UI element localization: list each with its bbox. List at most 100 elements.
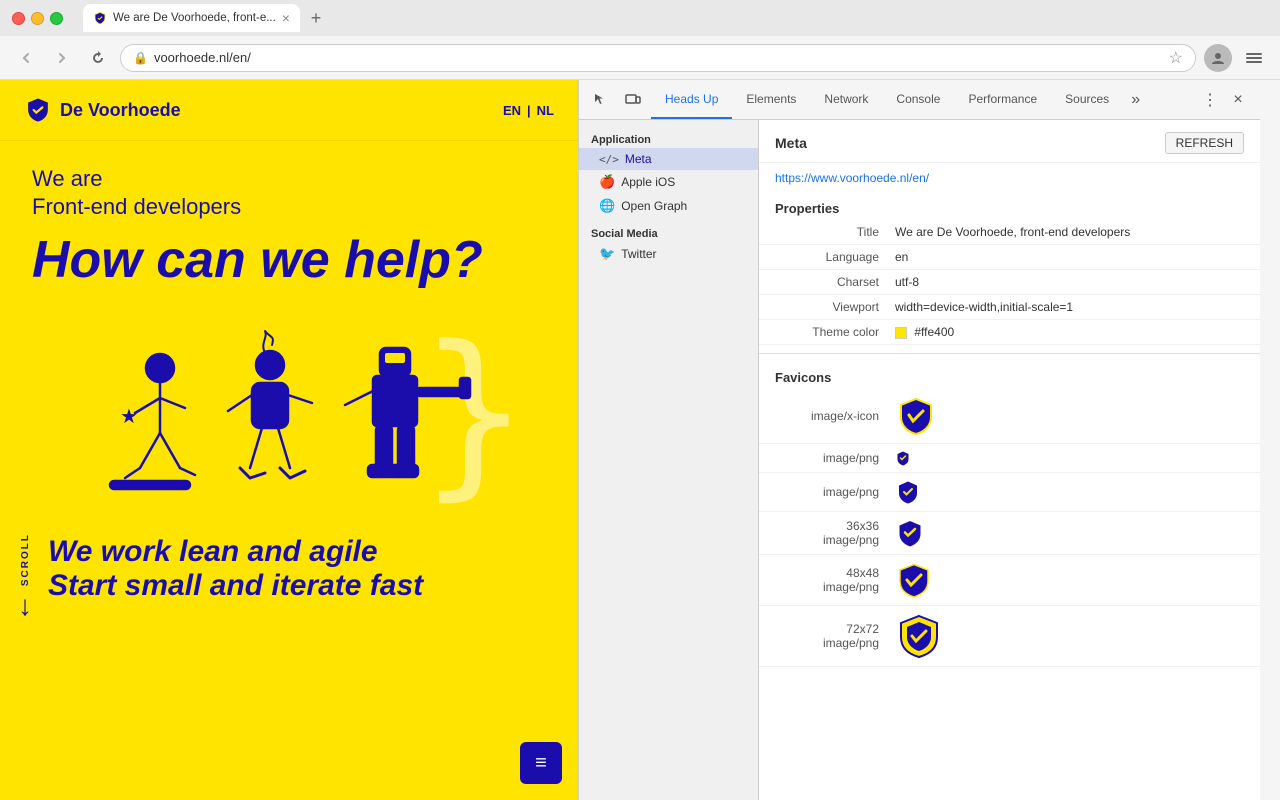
- properties-header: Properties: [759, 193, 1260, 220]
- tab-elements[interactable]: Elements: [732, 80, 810, 119]
- bookmark-icon[interactable]: ☆: [1169, 48, 1183, 68]
- tab-sources-label: Sources: [1065, 92, 1109, 106]
- tab-performance[interactable]: Performance: [954, 80, 1051, 119]
- favicon-72-image: [895, 612, 943, 660]
- favicon-png-sm-image: [895, 450, 911, 466]
- menu-fab-icon: ≡: [535, 752, 547, 775]
- tab-network-label: Network: [824, 92, 868, 106]
- reload-button[interactable]: [84, 44, 112, 72]
- sidebar-item-apple-ios[interactable]: 🍎 Apple iOS: [579, 170, 758, 194]
- meta-section-header: Meta REFRESH: [759, 120, 1260, 163]
- tab-network[interactable]: Network: [810, 80, 882, 119]
- favicon-xicon-image: [895, 395, 937, 437]
- meta-url-link[interactable]: https://www.voorhoede.nl/en/: [759, 163, 1260, 193]
- tab-sources[interactable]: Sources: [1051, 80, 1123, 119]
- favicon-label-48: 48x48 image/png: [775, 566, 895, 594]
- devtools-responsive-button[interactable]: [619, 86, 647, 114]
- we-are-text: We are: [32, 165, 546, 194]
- tab-close-icon[interactable]: ×: [282, 10, 290, 26]
- sidebar-item-twitter[interactable]: 🐦 Twitter: [579, 242, 758, 266]
- tab-console[interactable]: Console: [882, 80, 954, 119]
- favicon-label-72: 72x72 image/png: [775, 622, 895, 650]
- address-bar[interactable]: 🔒 voorhoede.nl/en/ ☆: [120, 44, 1196, 72]
- hero-illustration: } ★: [0, 313, 578, 523]
- prop-key-viewport: Viewport: [775, 300, 895, 314]
- language-switcher[interactable]: EN | NL: [503, 103, 554, 118]
- meta-icon: </>: [599, 153, 619, 166]
- bottom-section: SCROLL ↓ We work lean and agile Start sm…: [0, 523, 578, 663]
- site-body: We are Front-end developers How can we h…: [0, 141, 578, 313]
- active-tab[interactable]: We are De Voorhoede, front-e... ×: [83, 4, 300, 32]
- sidebar-item-apple-label: Apple iOS: [621, 175, 675, 189]
- section-divider: [759, 353, 1260, 354]
- iterate-text: Start small and iterate fast: [48, 569, 546, 603]
- maximize-button[interactable]: [50, 12, 63, 25]
- traffic-lights: [12, 12, 63, 25]
- theme-color-swatch: [895, 327, 907, 339]
- property-row-title: Title We are De Voorhoede, front-end dev…: [759, 220, 1260, 245]
- close-button[interactable]: [12, 12, 25, 25]
- favicon-row-72: 72x72 image/png: [759, 606, 1260, 667]
- forward-icon: [54, 50, 70, 66]
- theme-color-value: #ffe400: [914, 325, 954, 339]
- devtools-sidebar: Application </> Meta 🍎 Apple iOS 🌐 Open …: [579, 120, 759, 800]
- minimize-button[interactable]: [31, 12, 44, 25]
- nav-bar: 🔒 voorhoede.nl/en/ ☆: [0, 36, 1280, 80]
- back-button[interactable]: [12, 44, 40, 72]
- bottom-taglines: We work lean and agile Start small and i…: [0, 523, 546, 603]
- tab-headsup-label: Heads Up: [665, 92, 718, 106]
- prop-value-language: en: [895, 250, 1244, 264]
- tab-title: We are De Voorhoede, front-e...: [113, 12, 276, 24]
- site-logo: De Voorhoede: [24, 96, 181, 124]
- lang-nl[interactable]: NL: [537, 103, 554, 118]
- property-row-viewport: Viewport width=device-width,initial-scal…: [759, 295, 1260, 320]
- devtools-inspect-button[interactable]: [587, 86, 615, 114]
- prop-key-charset: Charset: [775, 275, 895, 289]
- sidebar-item-opengraph[interactable]: 🌐 Open Graph: [579, 194, 758, 218]
- menu-fab-button[interactable]: ≡: [520, 742, 562, 784]
- property-row-language: Language en: [759, 245, 1260, 270]
- prop-key-theme-color: Theme color: [775, 325, 895, 339]
- application-section-label: Application: [579, 128, 758, 148]
- favicon-label-png-sm: image/png: [775, 451, 895, 465]
- responsive-icon: [625, 92, 641, 108]
- refresh-button[interactable]: REFRESH: [1165, 132, 1244, 154]
- svg-text:★: ★: [120, 406, 138, 428]
- opengraph-icon: 🌐: [599, 198, 615, 214]
- tab-performance-label: Performance: [968, 92, 1037, 106]
- chrome-menu-button[interactable]: [1240, 44, 1268, 72]
- lang-en[interactable]: EN: [503, 103, 521, 118]
- reload-icon: [90, 50, 106, 66]
- prop-value-charset: utf-8: [895, 275, 1244, 289]
- new-tab-button[interactable]: +: [302, 4, 330, 32]
- devtools-close-button[interactable]: ×: [1224, 86, 1252, 114]
- profile-button[interactable]: [1204, 44, 1232, 72]
- devtools-main-panel: Meta REFRESH https://www.voorhoede.nl/en…: [759, 120, 1260, 800]
- sidebar-item-opengraph-label: Open Graph: [621, 199, 687, 213]
- tab-favicon-icon: [93, 11, 107, 25]
- meta-title: Meta: [775, 135, 807, 151]
- site-logo-text: De Voorhoede: [60, 100, 181, 121]
- favicon-row-png-sm: image/png: [759, 444, 1260, 473]
- lean-text: We work lean and agile: [48, 535, 546, 569]
- favicon-row-36: 36x36 image/png: [759, 512, 1260, 555]
- devtools-settings-button[interactable]: ⋮: [1196, 86, 1224, 114]
- forward-button[interactable]: [48, 44, 76, 72]
- browser-frame: We are De Voorhoede, front-e... × + 🔒 vo…: [0, 0, 1280, 800]
- tab-headsup[interactable]: Heads Up: [651, 80, 732, 119]
- tab-console-label: Console: [896, 92, 940, 106]
- site-header: De Voorhoede EN | NL: [0, 80, 578, 141]
- favicon-36-image: [895, 518, 925, 548]
- devtools-tabs-more[interactable]: »: [1123, 80, 1148, 119]
- twitter-icon: 🐦: [599, 246, 615, 262]
- devtools-right-buttons: ⋮ ×: [1196, 86, 1252, 114]
- lock-icon: 🔒: [133, 51, 148, 65]
- sidebar-item-meta[interactable]: </> Meta: [579, 148, 758, 170]
- logo-shield-icon: [24, 96, 52, 124]
- address-text: voorhoede.nl/en/: [154, 50, 1163, 65]
- tab-bar: We are De Voorhoede, front-e... × +: [83, 4, 330, 32]
- sidebar-item-twitter-label: Twitter: [621, 247, 656, 261]
- tab-elements-label: Elements: [746, 92, 796, 106]
- chrome-menu-icon: [1246, 50, 1262, 66]
- favicon-row-48: 48x48 image/png: [759, 555, 1260, 606]
